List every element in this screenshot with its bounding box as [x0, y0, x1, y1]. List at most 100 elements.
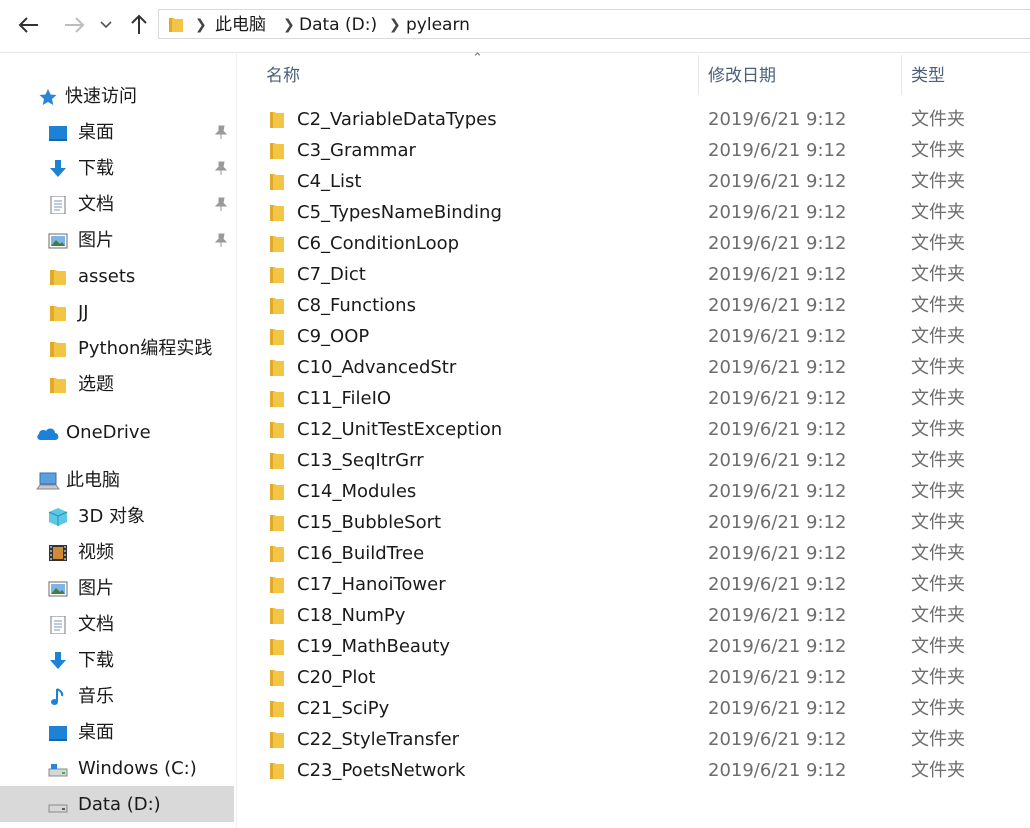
- file-modified-date: 2019/6/21 9:12: [708, 109, 847, 130]
- table-row[interactable]: C17_HanoiTower 2019/6/21 9:12 文件夹: [237, 569, 1030, 600]
- file-modified-date: 2019/6/21 9:12: [708, 264, 847, 285]
- table-row[interactable]: C9_OOP 2019/6/21 9:12 文件夹: [237, 321, 1030, 352]
- column-header-name[interactable]: 名称: [266, 61, 300, 91]
- chevron-down-icon: [100, 21, 112, 29]
- file-type: 文件夹: [911, 512, 965, 533]
- file-type: 文件夹: [911, 481, 965, 502]
- folder-icon: [270, 732, 284, 748]
- star-icon: [39, 89, 57, 105]
- breadcrumb-separator: ❯: [195, 17, 207, 33]
- file-name: C21_SciPy: [297, 698, 390, 719]
- breadcrumb-this-pc[interactable]: 此电脑: [215, 10, 266, 40]
- file-type: 文件夹: [911, 574, 965, 595]
- pin-icon[interactable]: [214, 125, 228, 139]
- desktop-icon: [49, 726, 67, 741]
- column-header-type[interactable]: 类型: [911, 61, 945, 91]
- file-type: 文件夹: [911, 295, 965, 316]
- file-name: C9_OOP: [297, 326, 370, 347]
- breadcrumb-data-d[interactable]: Data (D:): [299, 10, 377, 40]
- folder-icon: [50, 306, 66, 321]
- table-row[interactable]: C23_PoetsNetwork 2019/6/21 9:12 文件夹: [237, 755, 1030, 786]
- table-row[interactable]: C10_AdvancedStr 2019/6/21 9:12 文件夹: [237, 352, 1030, 383]
- table-row[interactable]: C12_UnitTestException 2019/6/21 9:12 文件夹: [237, 414, 1030, 445]
- table-row[interactable]: C3_Grammar 2019/6/21 9:12 文件夹: [237, 135, 1030, 166]
- file-name: C19_MathBeauty: [297, 636, 451, 657]
- file-type: 文件夹: [911, 760, 965, 781]
- table-row[interactable]: C16_BuildTree 2019/6/21 9:12 文件夹: [237, 538, 1030, 569]
- file-modified-date: 2019/6/21 9:12: [708, 636, 847, 657]
- file-list-pane: ⌃ 名称 修改日期 类型 C2_VariableDataTypes 2019/6/…: [237, 51, 1030, 828]
- table-row[interactable]: C20_Plot 2019/6/21 9:12 文件夹: [237, 662, 1030, 693]
- file-modified-date: 2019/6/21 9:12: [708, 512, 847, 533]
- file-modified-date: 2019/6/21 9:12: [708, 326, 847, 347]
- address-bar[interactable]: ❯ 此电脑 ❯ Data (D:) ❯ pylearn: [158, 9, 1030, 39]
- file-name: C13_SeqItrGrr: [297, 450, 424, 471]
- file-type: 文件夹: [911, 326, 965, 347]
- file-type: 文件夹: [911, 109, 965, 130]
- folder-icon: [270, 298, 284, 314]
- folder-icon: [270, 577, 284, 593]
- pin-icon[interactable]: [214, 197, 228, 211]
- column-divider[interactable]: [901, 55, 902, 95]
- address-toolbar: ❯ 此电脑 ❯ Data (D:) ❯ pylearn: [0, 0, 1030, 53]
- back-button[interactable]: [14, 10, 44, 40]
- pictures-icon: [48, 581, 68, 597]
- folder-icon: [270, 112, 284, 128]
- table-row[interactable]: C15_BubbleSort 2019/6/21 9:12 文件夹: [237, 507, 1030, 538]
- table-row[interactable]: C5_TypesNameBinding 2019/6/21 9:12 文件夹: [237, 197, 1030, 228]
- file-type: 文件夹: [911, 202, 965, 223]
- file-name: C5_TypesNameBinding: [297, 202, 502, 223]
- column-header-date[interactable]: 修改日期: [708, 61, 776, 91]
- recent-locations-button[interactable]: [94, 10, 118, 40]
- folder-icon: [270, 670, 284, 686]
- forward-button[interactable]: [59, 10, 89, 40]
- folder-icon: [270, 205, 284, 221]
- music-icon: [51, 688, 64, 705]
- column-divider[interactable]: [698, 55, 699, 95]
- table-row[interactable]: C8_Functions 2019/6/21 9:12 文件夹: [237, 290, 1030, 321]
- file-name: C2_VariableDataTypes: [297, 109, 497, 130]
- table-row[interactable]: C21_SciPy 2019/6/21 9:12 文件夹: [237, 693, 1030, 724]
- table-row[interactable]: C13_SeqItrGrr 2019/6/21 9:12 文件夹: [237, 445, 1030, 476]
- sort-ascending-icon: ⌃: [472, 51, 483, 66]
- arrow-up-icon: [131, 14, 147, 34]
- file-modified-date: 2019/6/21 9:12: [708, 140, 847, 161]
- table-row[interactable]: C2_VariableDataTypes 2019/6/21 9:12 文件夹: [237, 104, 1030, 135]
- file-type: 文件夹: [911, 667, 965, 688]
- table-row[interactable]: C7_Dict 2019/6/21 9:12 文件夹: [237, 259, 1030, 290]
- folder-icon: [50, 270, 66, 285]
- up-button[interactable]: [124, 10, 154, 40]
- pictures-icon: [48, 233, 68, 249]
- file-type: 文件夹: [911, 729, 965, 750]
- folder-icon: [270, 608, 284, 624]
- folder-icon: [270, 484, 284, 500]
- download-icon: [50, 652, 66, 669]
- breadcrumb-pylearn[interactable]: pylearn: [406, 10, 470, 40]
- folder-icon: [270, 701, 284, 717]
- breadcrumb-separator: ❯: [389, 17, 401, 33]
- pin-icon[interactable]: [214, 233, 228, 247]
- pin-icon[interactable]: [214, 161, 228, 175]
- table-row[interactable]: C11_FileIO 2019/6/21 9:12 文件夹: [237, 383, 1030, 414]
- table-row[interactable]: C19_MathBeauty 2019/6/21 9:12 文件夹: [237, 631, 1030, 662]
- table-row[interactable]: C6_ConditionLoop 2019/6/21 9:12 文件夹: [237, 228, 1030, 259]
- table-row[interactable]: C4_List 2019/6/21 9:12 文件夹: [237, 166, 1030, 197]
- videos-icon: [49, 545, 67, 561]
- folder-icon: [270, 546, 284, 562]
- file-type: 文件夹: [911, 450, 965, 471]
- file-name: C10_AdvancedStr: [297, 357, 457, 378]
- file-modified-date: 2019/6/21 9:12: [708, 171, 847, 192]
- file-modified-date: 2019/6/21 9:12: [708, 233, 847, 254]
- file-modified-date: 2019/6/21 9:12: [708, 729, 847, 750]
- file-type: 文件夹: [911, 698, 965, 719]
- table-row[interactable]: C22_StyleTransfer 2019/6/21 9:12 文件夹: [237, 724, 1030, 755]
- file-name: C23_PoetsNetwork: [297, 760, 466, 781]
- 3d-objects-icon: [48, 508, 68, 526]
- table-row[interactable]: C14_Modules 2019/6/21 9:12 文件夹: [237, 476, 1030, 507]
- document-icon: [50, 616, 66, 634]
- table-row[interactable]: C18_NumPy 2019/6/21 9:12 文件夹: [237, 600, 1030, 631]
- file-name: C16_BuildTree: [297, 543, 425, 564]
- arrow-left-icon: [18, 17, 38, 33]
- file-name: C15_BubbleSort: [297, 512, 442, 533]
- file-modified-date: 2019/6/21 9:12: [708, 543, 847, 564]
